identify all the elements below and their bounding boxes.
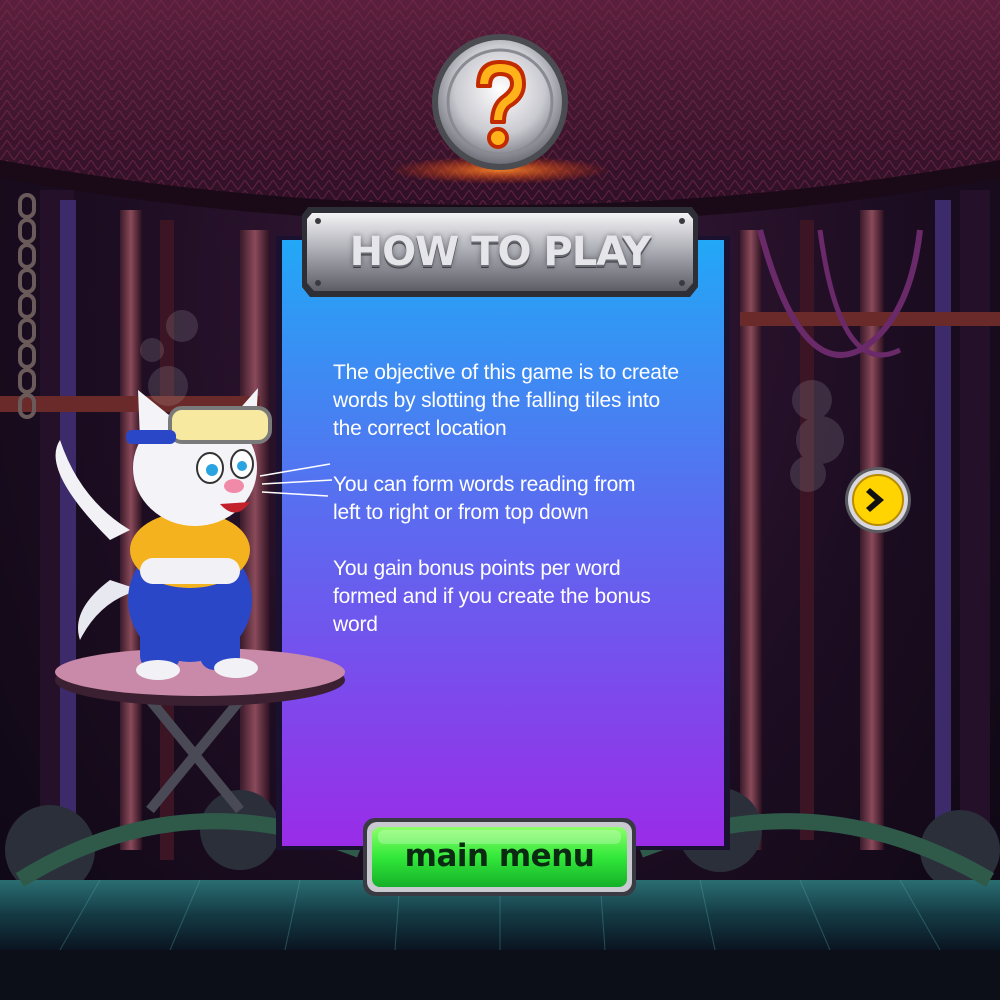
instruction-line: left to right or from top down xyxy=(333,501,589,524)
instruction-paragraph-2: You can form words reading from left to … xyxy=(333,471,693,527)
instruction-line: the correct location xyxy=(333,417,507,440)
page-title: HOW TO PLAY xyxy=(349,229,652,275)
help-badge xyxy=(432,34,568,170)
instruction-line: The objective of this game is to create xyxy=(333,361,679,384)
instruction-paragraph-3: You gain bonus points per word formed an… xyxy=(333,555,693,639)
instruction-line: words by slotting the falling tiles into xyxy=(333,389,661,412)
instruction-line: word xyxy=(333,613,378,636)
main-menu-button[interactable]: main menu xyxy=(362,817,637,897)
instruction-paragraph-1: The objective of this game is to create … xyxy=(333,359,693,443)
chevron-right-icon xyxy=(845,467,911,533)
cat-mascot xyxy=(55,388,345,814)
game-screen: HOW TO PLAY The objective of this game i… xyxy=(0,0,1000,1000)
instruction-line: You gain bonus points per word xyxy=(333,557,621,580)
instruction-line: formed and if you create the bonus xyxy=(333,585,651,608)
next-page-button[interactable] xyxy=(844,466,912,534)
main-menu-label: main menu xyxy=(404,838,595,874)
instruction-line: You can form words reading from xyxy=(333,473,636,496)
